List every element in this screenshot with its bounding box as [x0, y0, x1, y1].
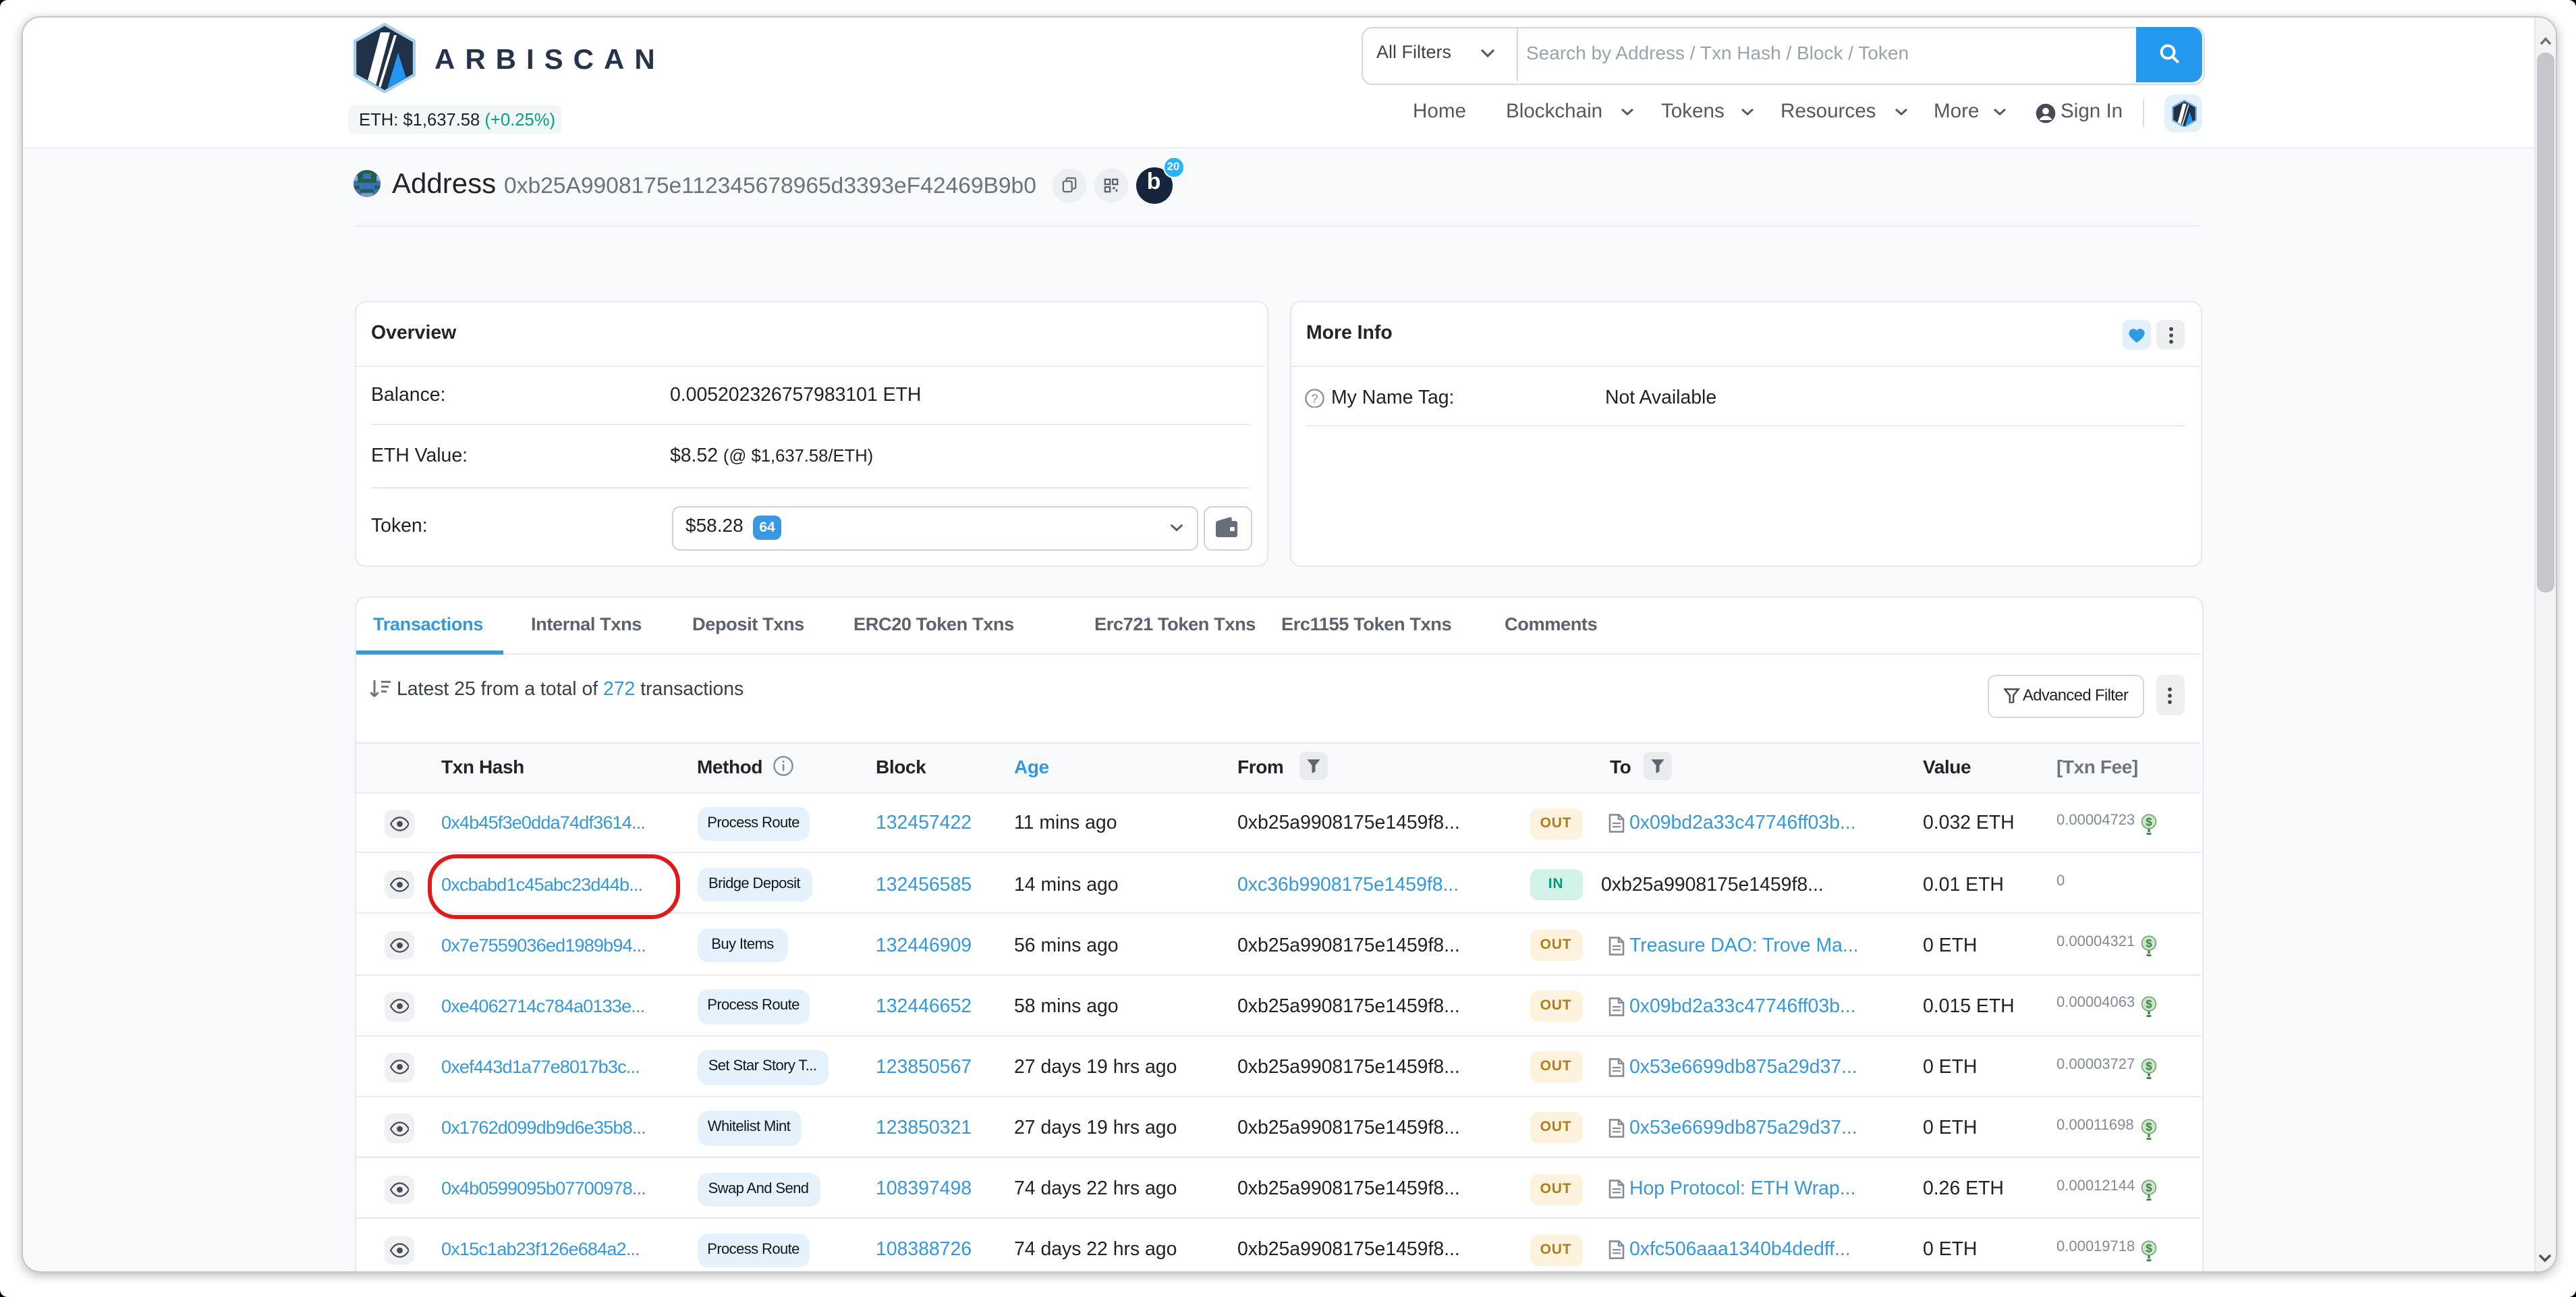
- svg-text:$: $: [2146, 1120, 2152, 1133]
- svg-text:$: $: [2146, 998, 2152, 1011]
- svg-text:?: ?: [1311, 391, 1318, 405]
- svg-text:$: $: [2146, 1059, 2152, 1072]
- svg-text:$: $: [2146, 815, 2152, 828]
- svg-text:$: $: [2146, 1181, 2152, 1194]
- svg-text:$: $: [2146, 937, 2152, 950]
- svg-text:$: $: [2146, 1242, 2152, 1254]
